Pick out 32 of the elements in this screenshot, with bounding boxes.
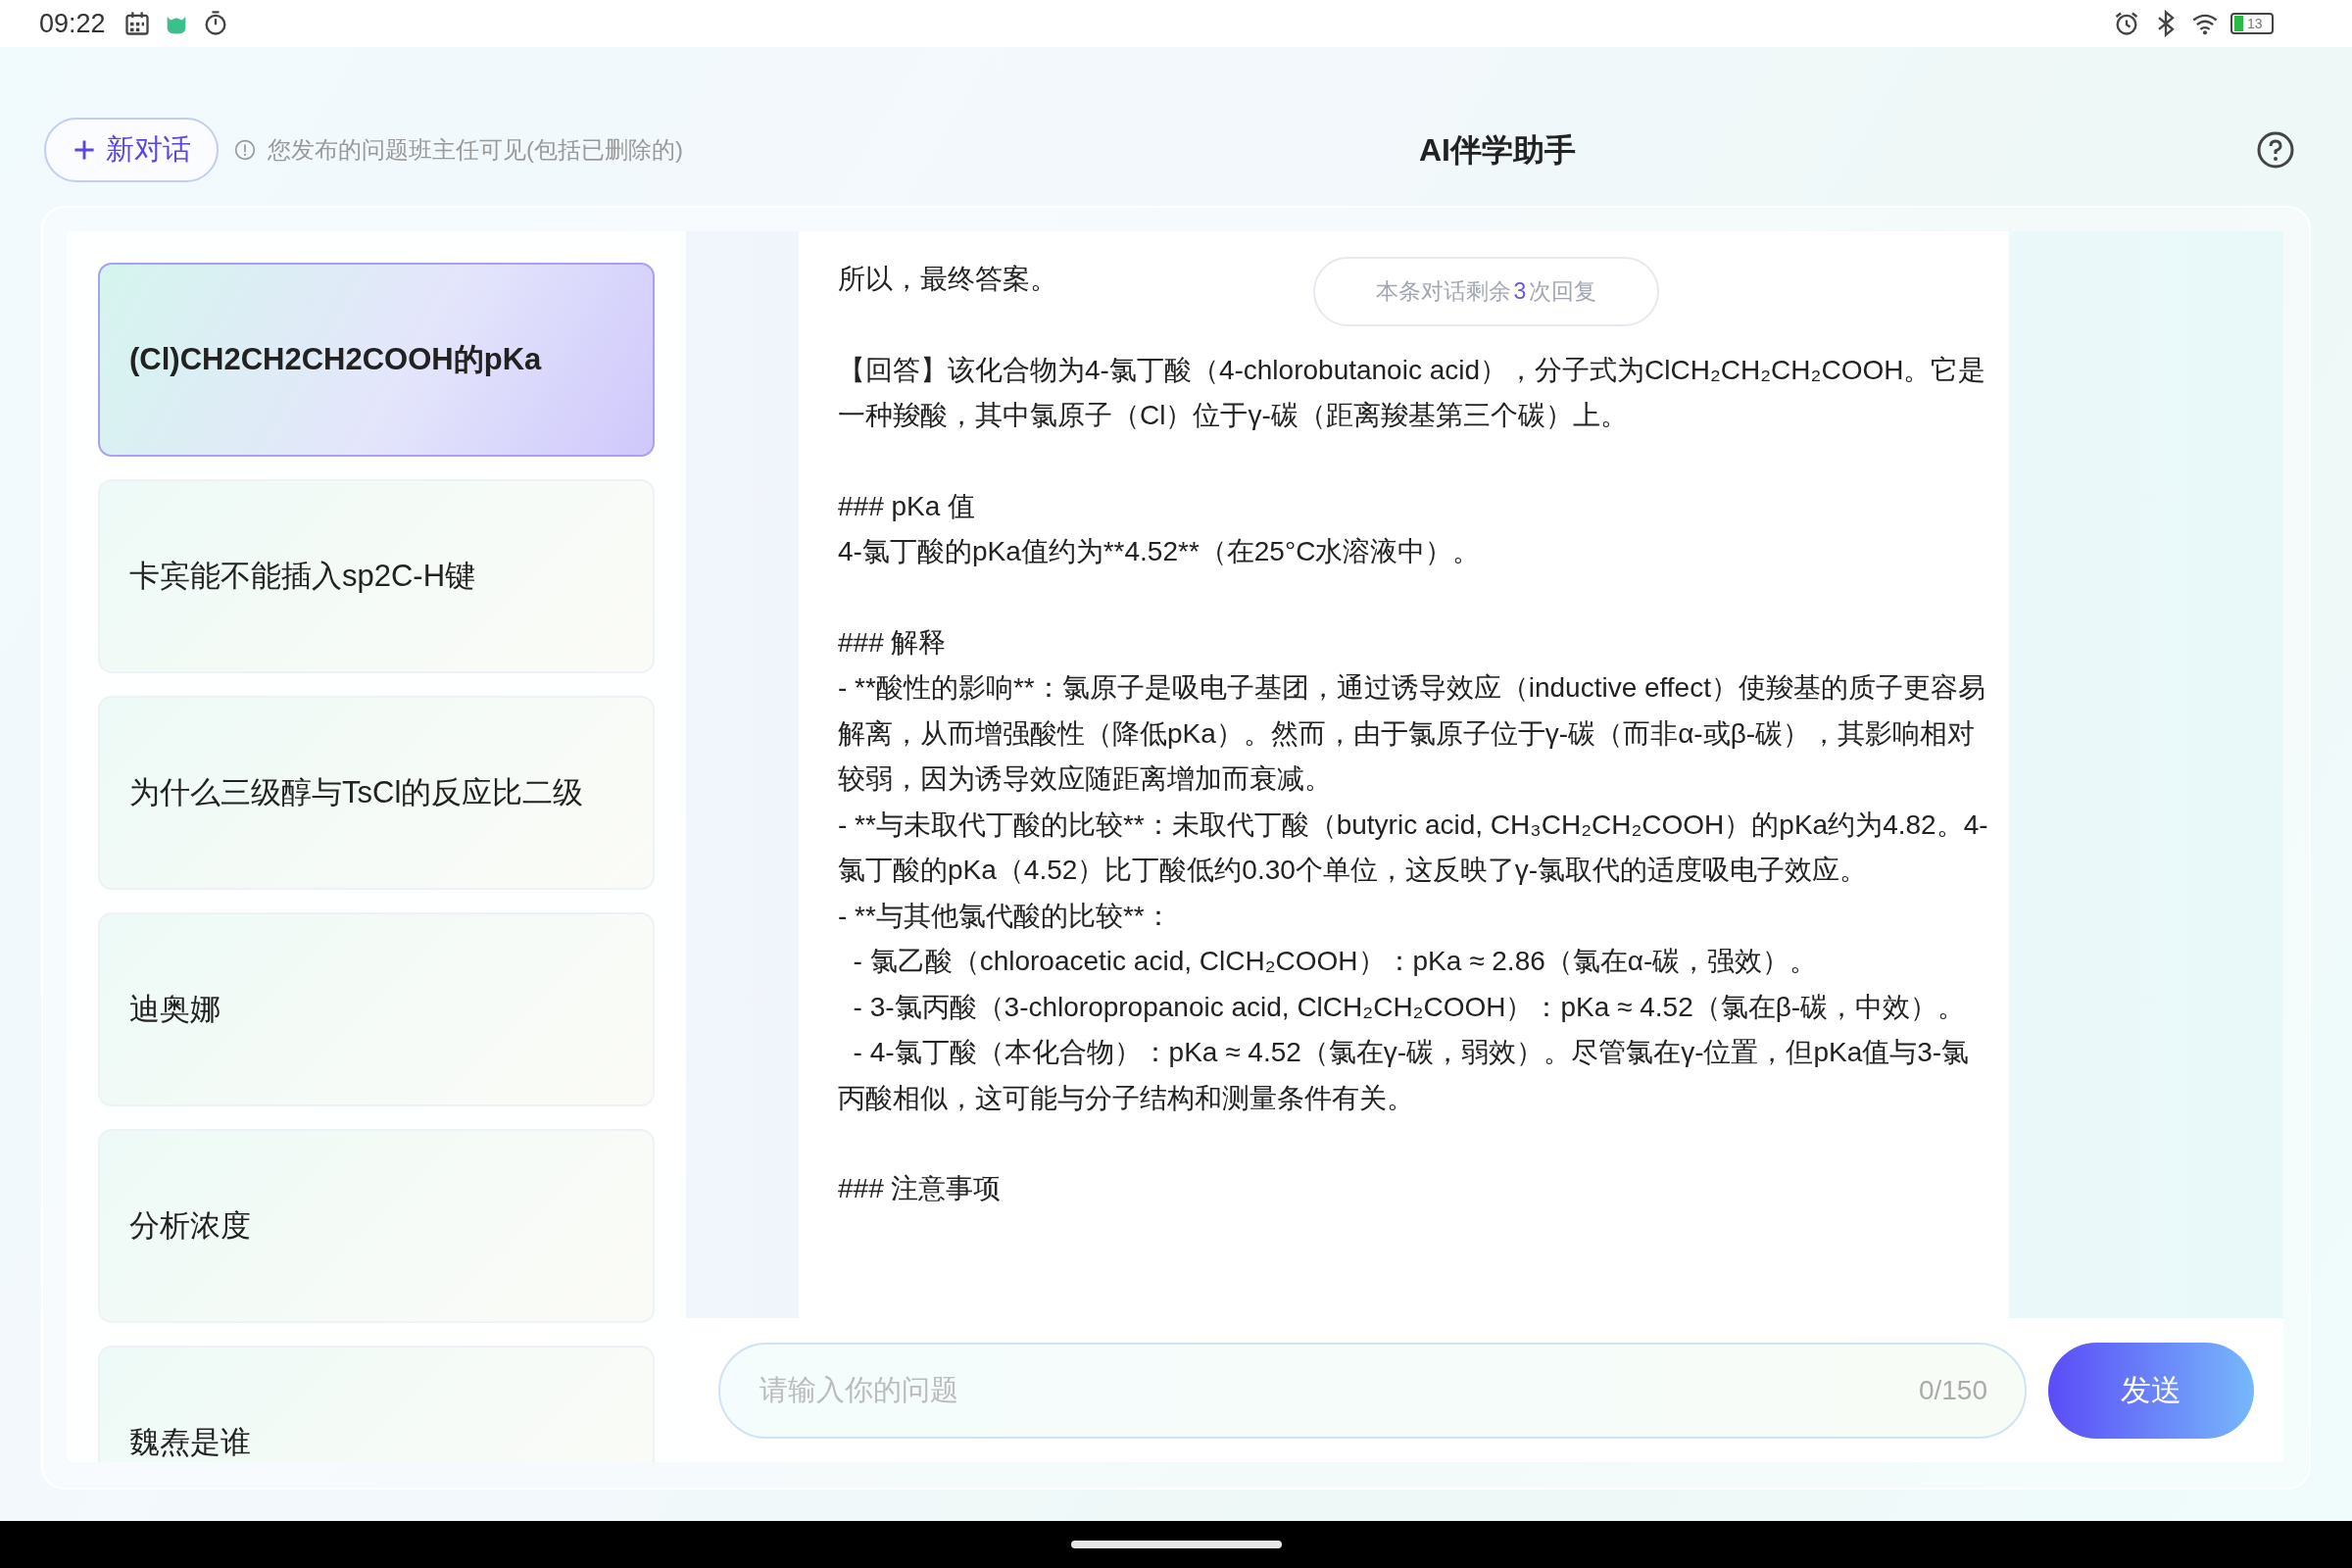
message-text: - **酸性的影响**：氯原子是吸电子基团，通过诱导效应（inductive effect）使羧基的质子更容易解离，从而增强酸性（降低pKa）。然而，由于氯原子位于γ-碳（而非α-或β-碳），其影响相对较弱，因为诱导效应随距离增加而衰减。: [838, 671, 1986, 796]
page-title: AI伴学助手: [1419, 131, 1576, 170]
info-icon: [234, 139, 256, 161]
message-text: ### 注意事项: [838, 1172, 1002, 1205]
conversation-item[interactable]: 为什么三级醇与TsCl的反应比二级: [98, 696, 655, 890]
conversation-item[interactable]: 迪奥娜: [98, 912, 655, 1106]
notice-text: 您发布的问题班主任可见(包括已删除的): [268, 135, 683, 165]
message-text: - 氯乙酸（chloroacetic acid, ClCH₂COOH）：pKa ≈ 2.86（氯在α-碳，强效）。: [852, 945, 1818, 978]
message-text: 4-氯丁酸的pKa值约为**4.52**（在25°C水溶液中）。: [838, 535, 1481, 568]
character-counter: 0/150: [1918, 1374, 1987, 1406]
message-text: 所以，最终答案。: [838, 263, 1057, 296]
help-icon[interactable]: [2256, 130, 2295, 170]
message-text: - 3-氯丙酸（3-chloropropanoic acid, ClCH₂CH₂COOH）：pKa ≈ 4.52（氯在β-碳，中效）。: [852, 990, 1966, 1024]
battery-icon: 13: [2230, 13, 2274, 34]
alarm-icon: [2113, 10, 2140, 37]
plus-icon: [72, 138, 96, 162]
message-text: 【回答】该化合物为4-氯丁酸（4-chlorobutanoic acid），分子式为ClCH₂CH₂CH₂COOH。它是一种羧酸，其中氯原子（Cl）位于γ-碳（距离羧基第三个碳）上。: [838, 353, 1987, 432]
conversation-item[interactable]: 分析浓度: [98, 1129, 655, 1323]
conversation-item[interactable]: (Cl)CH2CH2CH2COOH的pKa: [98, 263, 655, 457]
message-text: - **与未取代丁酸的比较**：未取代丁酸（butyric acid, CH₃CH₂CH₂COOH）的pKa约为4.82。4-氯丁酸的pKa（4.52）比丁酸低约0.30个单位，这反映了γ-氯取代的适度吸电子效应。: [838, 808, 1989, 887]
message-text: ### pKa 值: [838, 489, 976, 523]
status-time: 09:22: [39, 8, 106, 39]
conversation-item[interactable]: 卡宾能不能插入sp2C-H键: [98, 479, 655, 673]
message-text: - **与其他氯代酸的比较**：: [838, 899, 1172, 933]
remaining-replies-notice: 本条对话剩余3次回复: [1313, 257, 1659, 326]
send-button[interactable]: 发送: [2048, 1342, 2254, 1439]
message-text: - 4-氯丁酸（本化合物）：pKa ≈ 4.52（氯在γ-碳，弱效）。尽管氯在γ-位置，但pKa值与3-氯丙酸相似，这可能与分子结构和测量条件有关。: [838, 1036, 1971, 1115]
question-input[interactable]: 请输入你的问题: [758, 1373, 1919, 1407]
conversation-item[interactable]: 魏焘是谁: [98, 1346, 655, 1462]
new-chat-button[interactable]: 新对话: [44, 118, 219, 182]
message-text: ### 解释: [838, 625, 947, 660]
calendar-icon: [122, 10, 151, 37]
